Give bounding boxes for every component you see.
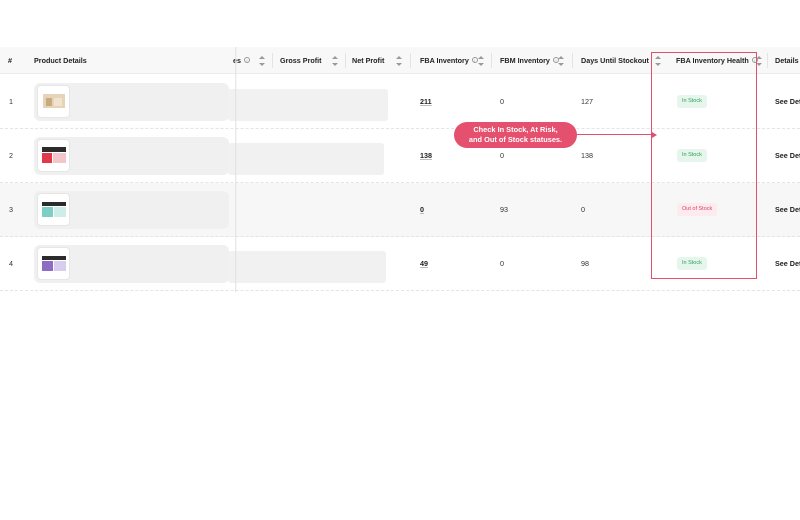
sort-icon[interactable]: [478, 56, 484, 66]
column-divider[interactable]: [491, 53, 492, 68]
header-product-details[interactable]: Product Details: [34, 47, 87, 74]
header-fbm-inventory[interactable]: FBM Inventory i: [500, 47, 559, 74]
see-details-link[interactable]: See Deta: [775, 75, 800, 129]
row-index: 3: [9, 205, 13, 214]
days-until-stockout-value: 98: [581, 259, 589, 268]
annotation-arrow-line: [577, 134, 653, 135]
fbm-inventory-value: 0: [500, 259, 504, 268]
column-divider[interactable]: [272, 53, 273, 68]
header-fba-inventory[interactable]: FBA Inventory i: [420, 47, 478, 74]
days-until-stockout-value: 127: [581, 97, 593, 106]
days-until-stockout-value: 0: [581, 205, 585, 214]
product-metric-blurred: [228, 89, 388, 121]
see-details-link[interactable]: See Deta: [775, 183, 800, 237]
annotation-callout: Check In Stock, At Risk, and Out of Stoc…: [454, 122, 577, 148]
header-index: #: [8, 56, 12, 65]
days-until-stockout-value: 138: [581, 151, 593, 160]
row-index: 2: [9, 151, 13, 160]
product-thumbnail[interactable]: [37, 193, 70, 226]
callout-line-2: and Out of Stock statuses.: [468, 135, 563, 144]
see-details-link[interactable]: See Deta: [775, 129, 800, 183]
product-thumbnail[interactable]: [37, 247, 70, 280]
info-icon[interactable]: i: [471, 57, 478, 64]
header-days-until-stockout[interactable]: Days Until Stockout: [581, 47, 649, 74]
fbm-inventory-value: 93: [500, 205, 508, 214]
info-icon[interactable]: i: [244, 57, 250, 64]
annotation-arrow-head-icon: [652, 131, 657, 138]
column-divider[interactable]: [572, 53, 573, 68]
header-details: Details: [775, 56, 799, 65]
sort-icon[interactable]: [558, 56, 564, 66]
fba-health-highlight-box: [651, 52, 757, 279]
fbm-inventory-value: 0: [500, 97, 504, 106]
fba-inventory-value[interactable]: 138: [420, 129, 432, 183]
header-fba-inventory-label: FBA Inventory: [420, 56, 469, 65]
product-metric-blurred: [228, 251, 386, 283]
column-divider[interactable]: [345, 53, 346, 68]
sort-icon[interactable]: [259, 56, 265, 66]
fba-inventory-value[interactable]: 49: [420, 237, 428, 291]
header-net-profit[interactable]: Net Profit: [352, 47, 384, 74]
fba-inventory-value[interactable]: 0: [420, 183, 424, 237]
product-metric-blurred: [228, 143, 384, 175]
see-details-link[interactable]: See Deta: [775, 237, 800, 291]
sort-icon[interactable]: [396, 56, 402, 66]
column-divider[interactable]: [767, 53, 768, 68]
row-index: 4: [9, 259, 13, 268]
product-thumbnail[interactable]: [37, 85, 70, 118]
column-divider[interactable]: [410, 53, 411, 68]
row-index: 1: [9, 97, 13, 106]
product-thumbnail[interactable]: [37, 139, 70, 172]
header-gross-profit[interactable]: Gross Profit: [280, 47, 322, 74]
fba-inventory-value[interactable]: 211: [420, 75, 432, 129]
callout-line-1: Check In Stock, At Risk,: [473, 125, 558, 134]
frozen-column-shadow: [235, 47, 237, 292]
header-fbm-inventory-label: FBM Inventory: [500, 56, 550, 65]
sort-icon[interactable]: [332, 56, 338, 66]
